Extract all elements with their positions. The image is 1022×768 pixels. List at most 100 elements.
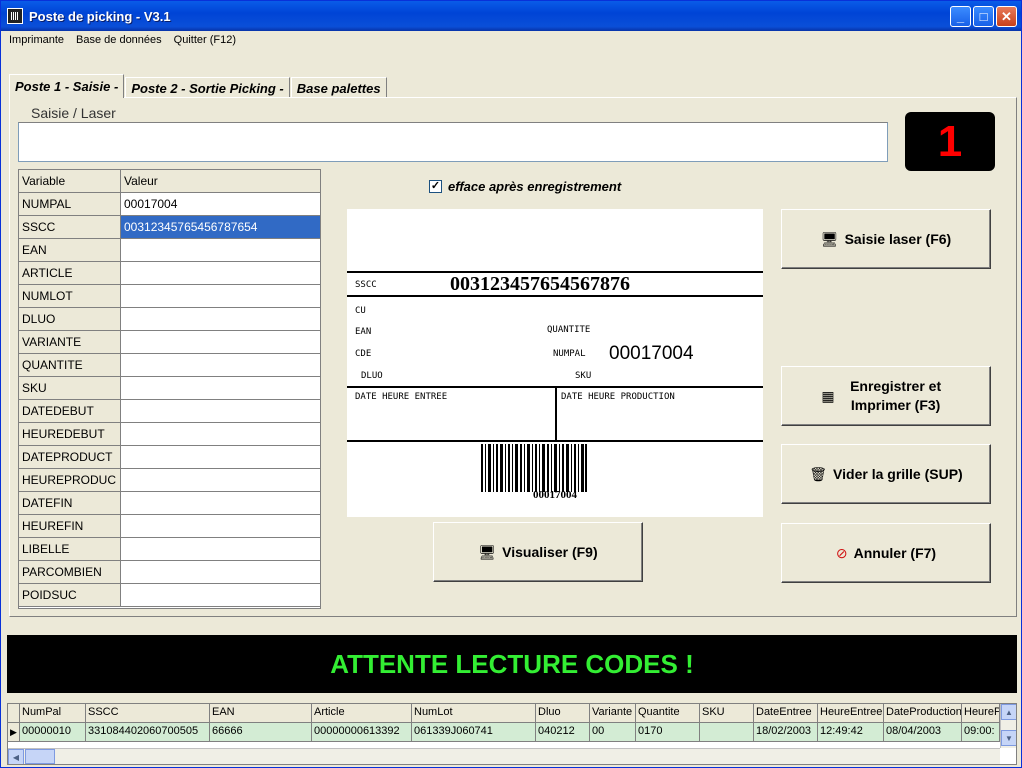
col-quantite[interactable]: Quantite: [636, 704, 700, 723]
close-icon[interactable]: ✕: [996, 6, 1017, 27]
cell-dateproduction[interactable]: 08/04/2003: [884, 723, 962, 742]
grid-row[interactable]: NUMPAL 00017004: [19, 193, 320, 216]
grid-value[interactable]: [121, 354, 320, 376]
row-indicator: [8, 704, 20, 723]
cell-quantite[interactable]: 0170: [636, 723, 700, 742]
visualiser-button[interactable]: 🖥 Visualiser (F9): [433, 522, 643, 582]
efface-checkbox-wrap[interactable]: ✓ efface après enregistrement: [429, 179, 621, 194]
grid-value[interactable]: [121, 423, 320, 445]
col-dluo[interactable]: Dluo: [536, 704, 590, 723]
palettes-table: NumPal SSCC EAN Article NumLot Dluo Vari…: [7, 703, 1017, 765]
grid-value[interactable]: [121, 331, 320, 353]
grid-row[interactable]: DATEFIN: [19, 492, 320, 515]
cell-article[interactable]: 00000000613392: [312, 723, 412, 742]
cell-ean[interactable]: 66666: [210, 723, 312, 742]
grid-row[interactable]: DATEDEBUT: [19, 400, 320, 423]
maximize-icon[interactable]: □: [973, 6, 994, 27]
table-row[interactable]: ▶ 00000010 331084402060700505 66666 0000…: [8, 723, 1016, 742]
cell-sscc[interactable]: 331084402060700505: [86, 723, 210, 742]
col-article[interactable]: Article: [312, 704, 412, 723]
cell-heureentree[interactable]: 12:49:42: [818, 723, 884, 742]
vertical-scrollbar[interactable]: ▲ ▼: [1000, 704, 1016, 748]
window-controls: _ □ ✕: [950, 6, 1017, 27]
col-heureentree[interactable]: HeureEntree: [818, 704, 884, 723]
label-divider: [555, 386, 557, 442]
variables-grid: Variable Valeur NUMPAL 00017004 SSCC 00312…: [18, 169, 321, 609]
cell-dateentree[interactable]: 18/02/2003: [754, 723, 818, 742]
title-bar[interactable]: Poste de picking - V3.1 _ □ ✕: [1, 1, 1021, 31]
grid-value[interactable]: [121, 239, 320, 261]
grid-row[interactable]: POIDSUC: [19, 584, 320, 607]
cell-variante[interactable]: 00: [590, 723, 636, 742]
scroll-left-icon[interactable]: ◀: [8, 749, 24, 764]
grid-value[interactable]: [121, 584, 320, 606]
vider-grille-button[interactable]: 🗑 Vider la grille (SUP): [781, 444, 991, 504]
grid-value[interactable]: [121, 400, 320, 422]
col-ean[interactable]: EAN: [210, 704, 312, 723]
horizontal-scrollbar[interactable]: ◀: [8, 748, 1000, 764]
col-sku[interactable]: SKU: [700, 704, 754, 723]
grid-value[interactable]: [121, 262, 320, 284]
cell-dluo[interactable]: 040212: [536, 723, 590, 742]
col-numlot[interactable]: NumLot: [412, 704, 536, 723]
col-variante[interactable]: Variante: [590, 704, 636, 723]
grid-row[interactable]: DATEPRODUCT: [19, 446, 320, 469]
grid-row[interactable]: HEUREFIN: [19, 515, 320, 538]
enregistrer-imprimer-button[interactable]: ▦ Enregistrer et Imprimer (F3): [781, 366, 991, 426]
grid-value[interactable]: [121, 285, 320, 307]
grid-header-valeur[interactable]: Valeur: [121, 170, 320, 192]
grid-row[interactable]: VARIANTE: [19, 331, 320, 354]
saisie-laser-button[interactable]: 🖥 Saisie laser (F6): [781, 209, 991, 269]
grid-row[interactable]: HEUREDEBUT: [19, 423, 320, 446]
grid-row[interactable]: ARTICLE: [19, 262, 320, 285]
efface-checkbox[interactable]: ✓: [429, 180, 442, 193]
grid-header-variable[interactable]: Variable: [19, 170, 121, 192]
grid-value[interactable]: [121, 515, 320, 537]
cell-heureproduction[interactable]: 09:00:: [962, 723, 1000, 742]
grid-variable: DATEDEBUT: [19, 400, 121, 422]
grid-value[interactable]: [121, 561, 320, 583]
grid-row[interactable]: HEUREPRODUC: [19, 469, 320, 492]
grid-value[interactable]: [121, 377, 320, 399]
col-heureproduction[interactable]: HeureP: [962, 704, 1000, 723]
tab-poste-1-saisie[interactable]: Poste 1 - Saisie -: [9, 74, 125, 98]
minimize-icon[interactable]: _: [950, 6, 971, 27]
grid-row[interactable]: PARCOMBIEN: [19, 561, 320, 584]
cancel-icon: ⊘: [835, 544, 848, 561]
grid-value[interactable]: [121, 308, 320, 330]
grid-value[interactable]: [121, 446, 320, 468]
grid-row[interactable]: QUANTITE: [19, 354, 320, 377]
col-dateproduction[interactable]: DateProduction: [884, 704, 962, 723]
grid-value[interactable]: [121, 538, 320, 560]
menu-bar: Imprimante Base de données Quitter (F12): [1, 31, 1021, 49]
grid-row[interactable]: NUMLOT: [19, 285, 320, 308]
grid-row[interactable]: EAN: [19, 239, 320, 262]
grid-row[interactable]: DLUO: [19, 308, 320, 331]
grid-variable: DLUO: [19, 308, 121, 330]
grid-value[interactable]: 00312345765456787654: [121, 216, 320, 238]
grid-value[interactable]: 00017004: [121, 193, 320, 215]
saisie-laser-input[interactable]: [18, 122, 888, 162]
annuler-button[interactable]: ⊘ Annuler (F7): [781, 523, 991, 583]
grid-row[interactable]: SSCC 00312345765456787654: [19, 216, 320, 239]
scroll-thumb[interactable]: [25, 749, 55, 764]
cell-sku[interactable]: [700, 723, 754, 742]
menu-imprimante[interactable]: Imprimante: [3, 34, 70, 46]
scroll-down-icon[interactable]: ▼: [1001, 730, 1016, 746]
tab-base-palettes[interactable]: Base palettes: [290, 77, 387, 98]
cell-numlot[interactable]: 061339J060741: [412, 723, 536, 742]
tab-poste-2-sortie-picking[interactable]: Poste 2 - Sortie Picking -: [125, 77, 290, 98]
grid-value[interactable]: [121, 469, 320, 491]
grid-row[interactable]: SKU: [19, 377, 320, 400]
label-numpal-caption: NUMPAL: [553, 349, 586, 359]
col-dateentree[interactable]: DateEntree: [754, 704, 818, 723]
scroll-up-icon[interactable]: ▲: [1001, 704, 1016, 720]
menu-base-de-donnees[interactable]: Base de données: [70, 34, 168, 46]
grid-row[interactable]: LIBELLE: [19, 538, 320, 561]
app-window: Poste de picking - V3.1 _ □ ✕ Imprimante…: [0, 0, 1022, 768]
col-numpal[interactable]: NumPal: [20, 704, 86, 723]
menu-quitter[interactable]: Quitter (F12): [168, 34, 242, 46]
grid-value[interactable]: [121, 492, 320, 514]
cell-numpal[interactable]: 00000010: [20, 723, 86, 742]
col-sscc[interactable]: SSCC: [86, 704, 210, 723]
